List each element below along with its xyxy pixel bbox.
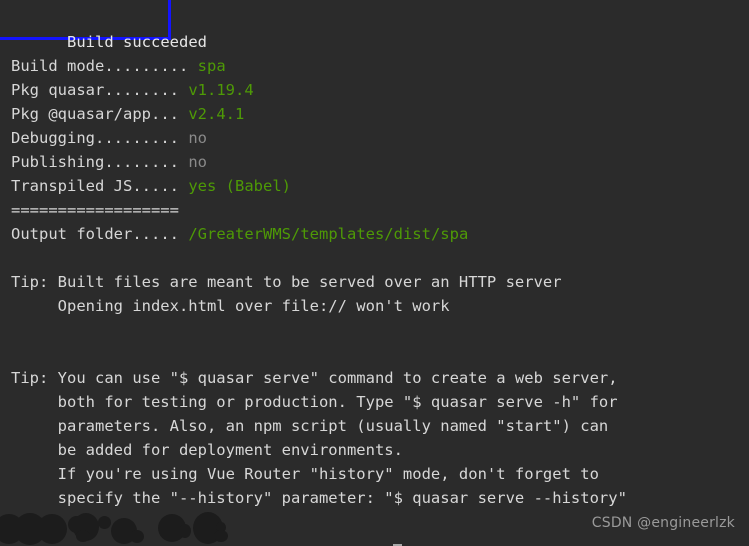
tip-text: Opening index.html over file:// won't wo…	[11, 297, 450, 315]
summary-value: no	[188, 153, 207, 171]
tip-1-line-1: Tip: Built files are meant to be served …	[11, 270, 741, 294]
build-status-line: Build succeeded	[11, 6, 741, 51]
csdn-watermark: CSDN @engineerlzk	[591, 515, 735, 531]
tip-2-line-1: Tip: You can use "$ quasar serve" comman…	[11, 366, 741, 390]
summary-value: v1.19.4	[188, 81, 254, 99]
tip-text: Tip: You can use "$ quasar serve" comman…	[11, 369, 618, 387]
tip-2-line-6: specify the "--history" parameter: "$ qu…	[11, 486, 741, 510]
summary-label: Debugging	[11, 129, 95, 147]
summary-separator: ==================	[11, 198, 741, 222]
build-status-text: Build succeeded	[67, 33, 207, 51]
output-folder-path: /GreaterWMS/templates/dist/spa	[188, 225, 469, 243]
shell-prompt-line[interactable]: @e 3 6:/GreaterWMS/templates#	[11, 509, 403, 546]
tip-text: If you're using Vue Router "history" mod…	[11, 465, 599, 483]
summary-value: v2.4.1	[188, 105, 245, 123]
summary-row-build-mode: Build mode......... spa	[11, 54, 741, 78]
tip-2-line-3: parameters. Also, an npm script (usually…	[11, 414, 741, 438]
summary-value: yes (Babel)	[188, 177, 291, 195]
summary-label: Pkg @quasar/app	[11, 105, 151, 123]
tip-text: Tip: Built files are meant to be served …	[11, 273, 562, 291]
summary-row-pkg-quasar-app: Pkg @quasar/app... v2.4.1	[11, 102, 741, 126]
summary-dots: .....	[132, 225, 179, 243]
separator-text: ==================	[11, 201, 179, 219]
summary-value: spa	[197, 57, 226, 75]
summary-label: Transpiled JS	[11, 177, 133, 195]
summary-row-publishing: Publishing........ no	[11, 150, 741, 174]
summary-dots: ...	[150, 105, 179, 123]
tip-2-line-4: be added for deployment environments.	[11, 438, 741, 462]
summary-row-output-folder: Output folder..... /GreaterWMS/templates…	[11, 222, 741, 246]
summary-dots: ........	[104, 153, 179, 171]
tip-text: specify the "--history" parameter: "$ qu…	[11, 489, 627, 507]
summary-label: Build mode	[11, 57, 105, 75]
terminal-output: Build succeeded Build mode......... spa …	[11, 6, 741, 510]
terminal-window[interactable]: Build succeeded Build mode......... spa …	[0, 0, 749, 546]
summary-value: no	[188, 129, 208, 147]
summary-row-transpiled-js: Transpiled JS..... yes (Babel)	[11, 174, 741, 198]
summary-label: Publishing	[11, 153, 105, 171]
tip-text: parameters. Also, an npm script (usually…	[11, 417, 609, 435]
summary-dots: .....	[132, 177, 179, 195]
tip-1-line-2: Opening index.html over file:// won't wo…	[11, 294, 741, 318]
summary-row-debugging: Debugging......... no	[11, 126, 741, 150]
summary-label: Output folder	[11, 225, 133, 243]
tip-text: be added for deployment environments.	[11, 441, 403, 459]
tip-2-line-2: both for testing or production. Type "$ …	[11, 390, 741, 414]
summary-dots: .........	[104, 57, 189, 75]
summary-row-pkg-quasar: Pkg quasar........ v1.19.4	[11, 78, 741, 102]
summary-dots: .........	[95, 129, 179, 147]
tip-text: both for testing or production. Type "$ …	[11, 393, 618, 411]
summary-dots: ........	[104, 81, 179, 99]
summary-label: Pkg quasar	[11, 81, 105, 99]
tip-2-line-5: If you're using Vue Router "history" mod…	[11, 462, 741, 486]
